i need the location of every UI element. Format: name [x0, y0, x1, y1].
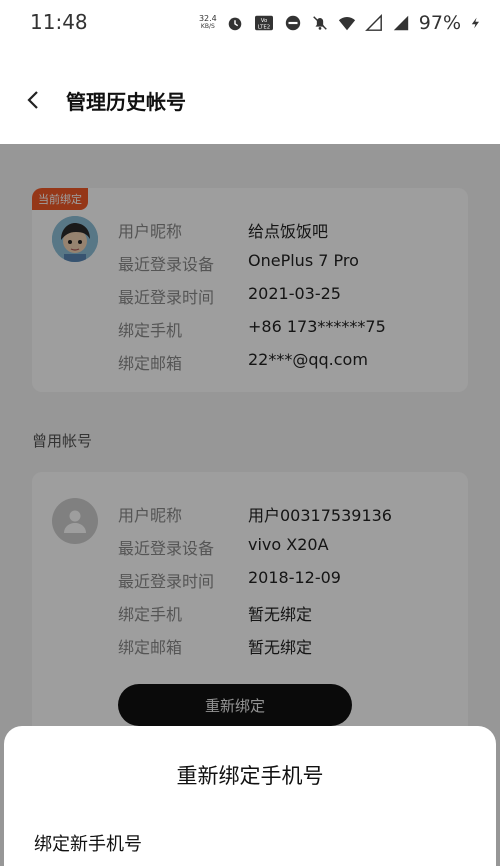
dnd-icon	[285, 15, 300, 31]
mute-icon	[312, 16, 327, 30]
page-title: 管理历史帐号	[66, 90, 186, 114]
alarm-icon	[228, 17, 242, 31]
app-header: 管理历史帐号	[0, 48, 500, 144]
rebind-phone-sheet: 重新绑定手机号 绑定新手机号	[4, 726, 496, 866]
status-bar: 11:48 32.4 KB/S Vo LTE2 97%	[0, 0, 500, 48]
wifi-icon	[338, 17, 355, 31]
new-phone-label: 绑定新手机号	[34, 834, 142, 855]
status-icons: 32.4 KB/S Vo LTE2 97%	[199, 12, 482, 34]
sheet-title: 重新绑定手机号	[176, 764, 324, 788]
status-time: 11:48	[30, 10, 88, 34]
charging-icon	[471, 17, 479, 29]
back-icon[interactable]	[22, 88, 46, 112]
net-speed: 32.4 KB/S	[199, 15, 217, 31]
battery-percent: 97%	[418, 12, 461, 34]
svg-text:LTE2: LTE2	[258, 24, 270, 30]
signal-icon	[364, 14, 382, 31]
volte-icon: Vo LTE2	[254, 15, 273, 30]
svg-text:Vo: Vo	[260, 18, 267, 24]
net-speed-value: 32.4	[198, 14, 217, 23]
net-speed-unit: KB/S	[200, 23, 215, 30]
signal-4g-icon	[393, 15, 408, 31]
